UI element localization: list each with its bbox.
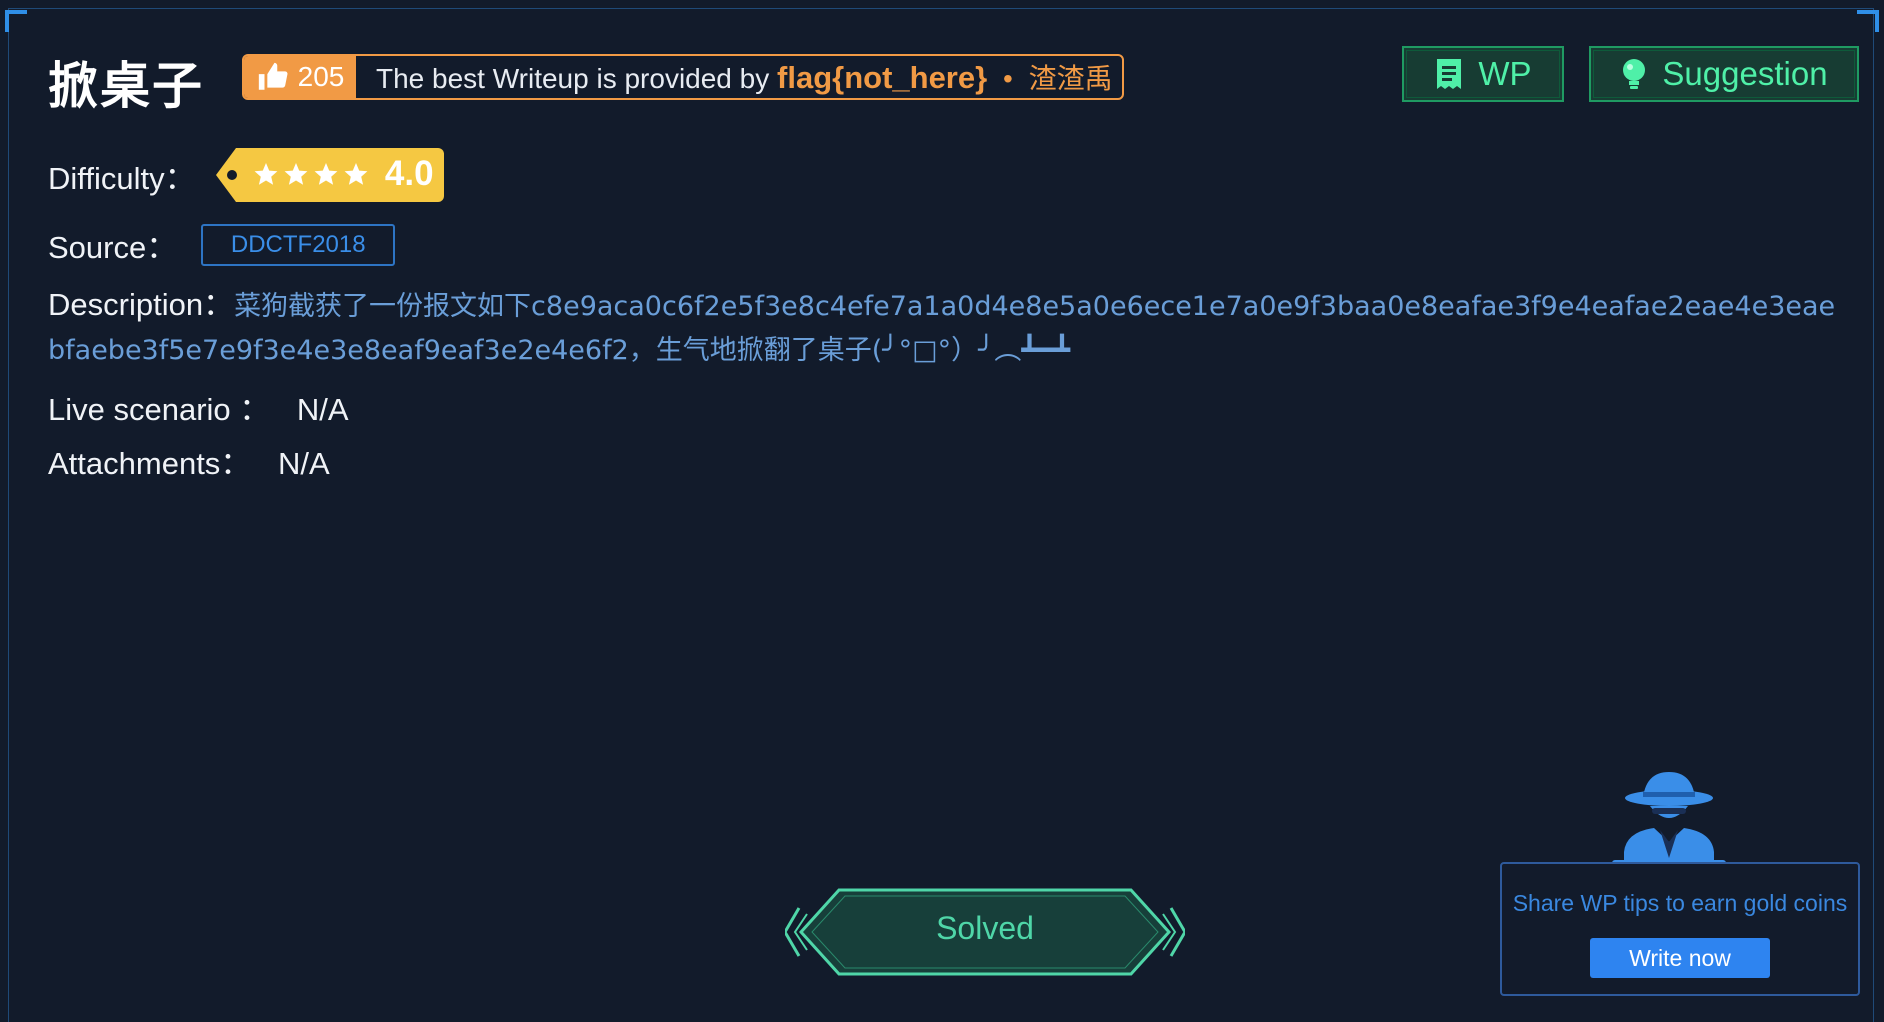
live-scenario-row: Live scenario ： N/A <box>48 384 349 429</box>
wp-button-label: WP <box>1478 55 1532 92</box>
like-button[interactable]: 205 <box>244 56 356 98</box>
writeup-prefix: The best Writeup is provided by <box>376 63 770 94</box>
writeup-separator: • <box>1002 63 1013 94</box>
difficulty-value: 4.0 <box>384 154 434 193</box>
attachments-value: N/A <box>277 446 330 481</box>
frame-corner-top-left <box>5 10 27 32</box>
description-label: Description： <box>48 287 235 322</box>
difficulty-label: Difficulty： <box>48 160 196 196</box>
live-scenario-label: Live scenario ： <box>48 392 271 427</box>
best-writeup-text: The best Writeup is provided by flag{not… <box>356 57 1113 97</box>
attachments-label: Attachments： <box>48 446 252 481</box>
write-wp-promo: Share WP tips to earn gold coins Write n… <box>1500 862 1860 996</box>
description-text: 菜狗截获了一份报文如下c8e9aca0c6f2e5f3e8c4efe7a1a0d… <box>48 291 1836 366</box>
write-now-button[interactable]: Write now <box>1590 938 1770 978</box>
live-scenario-value: N/A <box>296 392 349 427</box>
source-row: Source： DDCTF2018 <box>48 222 396 267</box>
suggestion-button-label: Suggestion <box>1662 55 1828 92</box>
lightbulb-icon <box>1623 59 1646 89</box>
writeup-user-link[interactable]: flag{not_here} <box>777 60 987 95</box>
spy-agent-icon <box>1612 772 1726 876</box>
frame-corner-top-right <box>1857 10 1879 32</box>
best-writeup-banner[interactable]: 205 The best Writeup is provided by flag… <box>242 54 1124 100</box>
document-icon <box>1437 59 1462 89</box>
difficulty-tag: 4.0 <box>215 148 446 202</box>
challenge-title: 掀桌子 <box>48 57 204 115</box>
solved-label: Solved <box>936 910 1034 946</box>
like-count: 205 <box>297 61 345 92</box>
solved-status-button[interactable]: Solved <box>783 884 1187 980</box>
writeup-author-link[interactable]: 渣渣禹 <box>1029 62 1113 95</box>
source-tag[interactable]: DDCTF2018 <box>201 223 396 266</box>
thumbs-up-icon <box>258 62 288 90</box>
attachments-row: Attachments： N/A <box>48 438 330 483</box>
wp-button[interactable]: WP <box>1402 46 1564 102</box>
difficulty-row: Difficulty： 4.0 <box>48 148 446 202</box>
source-label: Source： <box>48 230 178 265</box>
wp-promo-tip: Share WP tips to earn gold coins <box>1512 890 1848 916</box>
suggestion-button[interactable]: Suggestion <box>1589 46 1859 102</box>
description-row: Description：菜狗截获了一份报文如下c8e9aca0c6f2e5f3e… <box>48 284 1848 372</box>
